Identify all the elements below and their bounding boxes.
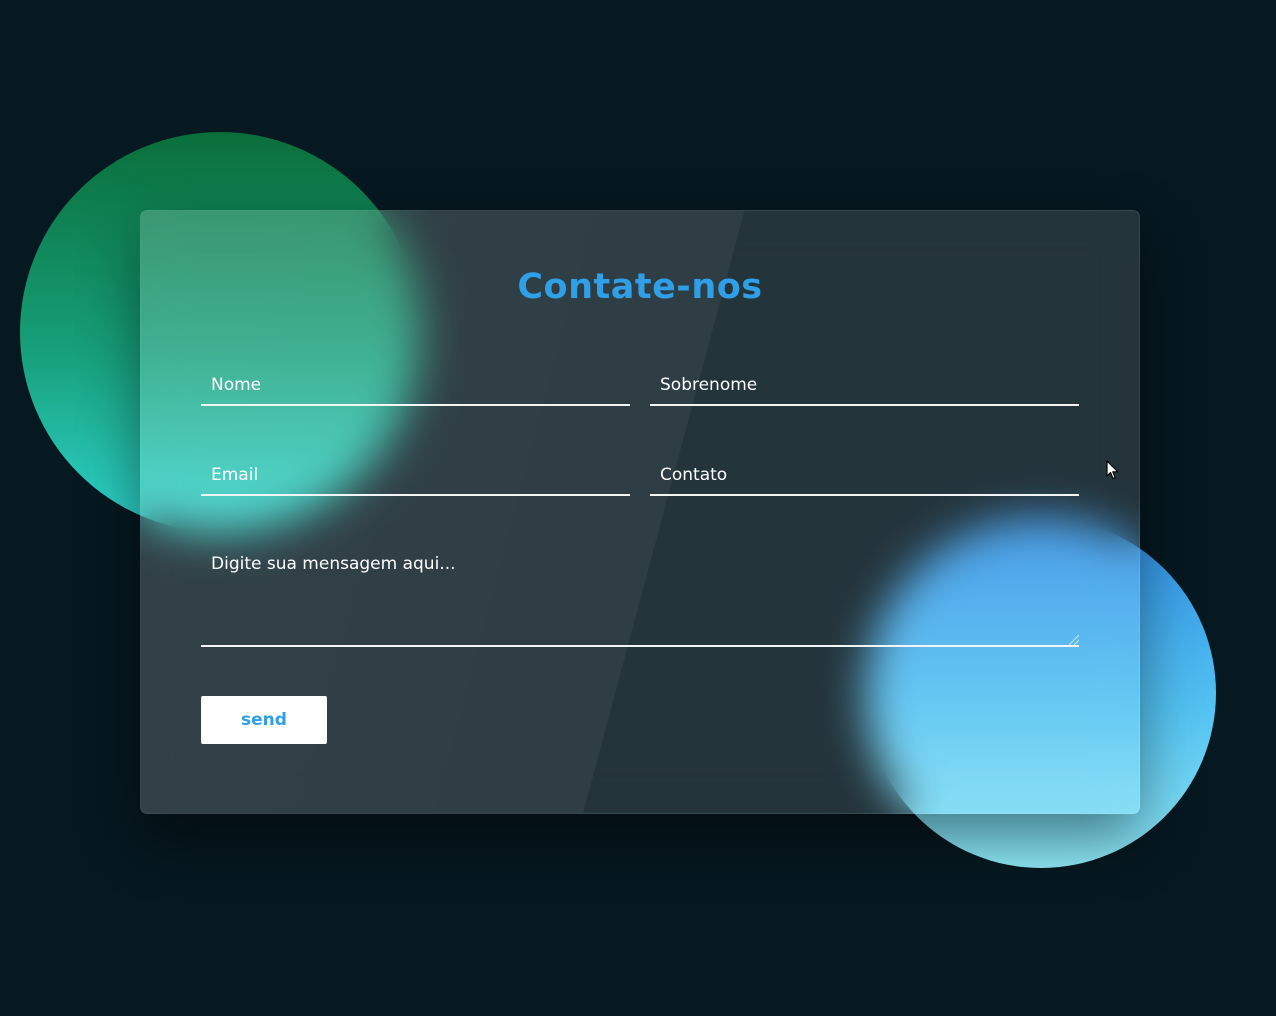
form-title: Contate-nos [517,267,763,307]
page-background: Contate-nos send [0,0,1276,1016]
nome-input[interactable] [201,366,630,404]
contato-field [650,456,1079,496]
email-input[interactable] [201,456,630,494]
nome-field [201,366,630,406]
resize-handle-icon[interactable] [1069,635,1079,645]
send-button[interactable]: send [201,696,327,744]
message-textarea[interactable] [201,549,1079,645]
sobrenome-field [650,366,1079,406]
contact-form-card: Contate-nos send [140,210,1140,814]
sobrenome-input[interactable] [650,366,1079,404]
mouse-pointer-icon [1106,460,1119,480]
contato-input[interactable] [650,456,1079,494]
message-field [201,549,1079,647]
email-field [201,456,630,496]
